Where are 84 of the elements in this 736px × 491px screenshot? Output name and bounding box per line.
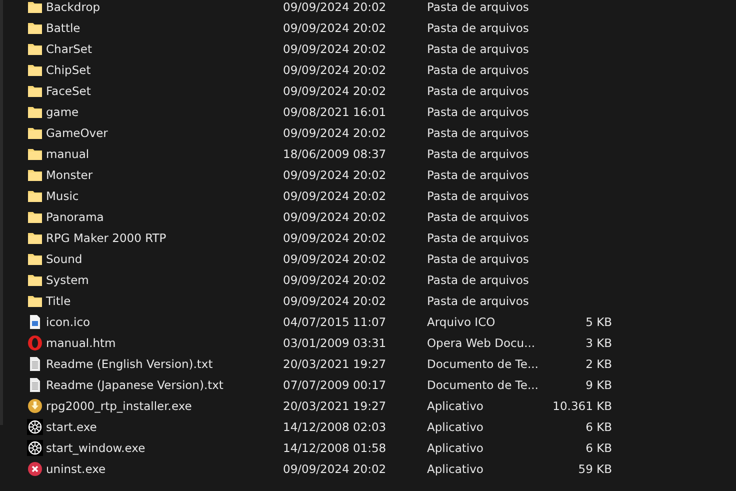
file-size: 3 KB [584, 336, 612, 350]
file-name[interactable]: System [43, 272, 283, 286]
file-type: Aplicativo [427, 398, 484, 412]
file-size: 59 KB [577, 462, 612, 476]
file-name[interactable]: start.exe [43, 420, 283, 434]
file-name[interactable]: Monster [43, 168, 283, 182]
file-name[interactable]: ChipSet [43, 62, 283, 76]
file-size: 6 KB [584, 440, 612, 454]
modified-date: 09/09/2024 20:02 [283, 168, 388, 182]
file-type: Pasta de arquivos [427, 42, 530, 56]
file-size: 10.361 KB [552, 398, 612, 412]
file-name[interactable]: Sound [43, 252, 283, 266]
file-name[interactable]: rpg2000_rtp_installer.exe [43, 398, 283, 412]
file-type: Pasta de arquivos [427, 168, 530, 182]
file-type: Pasta de arquivos [427, 252, 530, 266]
file-name[interactable]: FaceSet [43, 84, 283, 98]
file-name[interactable]: Readme (Japanese Version).txt [43, 378, 283, 392]
file-name[interactable]: Panorama [43, 210, 283, 224]
file-type: Pasta de arquivos [427, 230, 530, 244]
modified-date: 03/01/2009 03:31 [283, 336, 388, 350]
file-name[interactable]: Battle [43, 20, 283, 34]
file-type: Pasta de arquivos [427, 188, 530, 202]
file-name[interactable]: manual.htm [43, 336, 283, 350]
modified-date: 09/09/2024 20:02 [283, 84, 388, 98]
modified-date: 09/09/2024 20:02 [283, 252, 388, 266]
file-type: Pasta de arquivos [427, 84, 530, 98]
modified-date: 18/06/2009 08:37 [283, 146, 388, 160]
file-type: Pasta de arquivos [427, 126, 530, 140]
modified-date: 09/09/2024 20:02 [283, 294, 388, 308]
modified-date: 14/12/2008 02:03 [283, 420, 388, 434]
text-file-icon [27, 376, 43, 392]
text-file-icon [27, 356, 43, 372]
file-type: Aplicativo [427, 440, 484, 454]
file-type: Pasta de arquivos [427, 294, 530, 308]
file-name[interactable]: uninst.exe [43, 462, 283, 476]
modified-date: 09/09/2024 20:02 [283, 462, 388, 476]
file-name[interactable]: GameOver [43, 126, 283, 140]
file-type: Aplicativo [427, 462, 484, 476]
modified-date: 09/09/2024 20:02 [283, 0, 388, 14]
file-type: Arquivo ICO [427, 314, 496, 328]
file-type: Pasta de arquivos [427, 20, 530, 34]
download-icon [27, 398, 43, 414]
file-type: Opera Web Docu... [427, 336, 536, 350]
file-name[interactable]: Backdrop [43, 0, 283, 14]
file-name[interactable]: Readme (English Version).txt [43, 356, 283, 370]
file-size: 6 KB [584, 420, 612, 434]
file-name[interactable]: game [43, 104, 283, 118]
modified-date: 09/09/2024 20:02 [283, 20, 388, 34]
image-file-icon [27, 314, 43, 330]
modified-date: 07/07/2009 00:17 [283, 378, 388, 392]
file-type: Pasta de arquivos [427, 62, 530, 76]
file-type: Pasta de arquivos [427, 210, 530, 224]
modified-date: 09/09/2024 20:02 [283, 42, 388, 56]
modified-date: 14/12/2008 01:58 [283, 440, 388, 454]
modified-date: 09/09/2024 20:02 [283, 210, 388, 224]
modified-date: 09/08/2021 16:01 [283, 104, 388, 118]
modified-date: 09/09/2024 20:02 [283, 62, 388, 76]
file-name[interactable]: manual [43, 146, 283, 160]
modified-date: 20/03/2021 19:27 [283, 356, 388, 370]
folder-icon [27, 0, 43, 14]
file-name[interactable]: CharSet [43, 42, 283, 56]
file-name[interactable]: RPG Maker 2000 RTP [43, 230, 283, 244]
modified-date: 20/03/2021 19:27 [283, 398, 388, 412]
file-type: Pasta de arquivos [427, 272, 530, 286]
file-name[interactable]: Music [43, 188, 283, 202]
file-size: 2 KB [584, 356, 612, 370]
modified-date: 09/09/2024 20:02 [283, 272, 388, 286]
file-type: Documento de Te... [427, 378, 537, 392]
file-name[interactable]: icon.ico [43, 314, 283, 328]
file-type: Aplicativo [427, 420, 484, 434]
file-type: Pasta de arquivos [427, 0, 530, 14]
modified-date: 09/09/2024 20:02 [283, 126, 388, 140]
modified-date: 09/09/2024 20:02 [283, 230, 388, 244]
modified-date: 04/07/2015 11:07 [283, 314, 388, 328]
file-size: 5 KB [584, 314, 612, 328]
file-type: Documento de Te... [427, 356, 537, 370]
ring-icon [27, 334, 43, 350]
file-name[interactable]: Title [43, 294, 283, 308]
file-size: 9 KB [584, 378, 612, 392]
file-type: Pasta de arquivos [427, 146, 530, 160]
modified-date: 09/09/2024 20:02 [283, 188, 388, 202]
error-icon [27, 460, 43, 476]
file-type: Pasta de arquivos [427, 104, 530, 118]
file-name[interactable]: start_window.exe [43, 440, 283, 454]
